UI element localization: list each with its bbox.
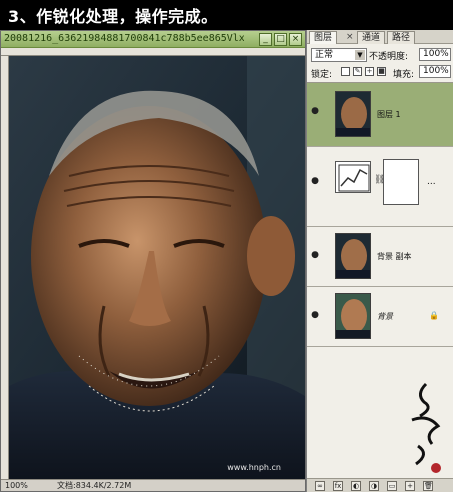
opacity-field[interactable]: 100% xyxy=(419,48,451,61)
add-mask-icon[interactable]: ◐ xyxy=(351,481,361,491)
eye-icon[interactable]: ● xyxy=(309,309,321,321)
layer-thumbnail xyxy=(335,91,371,137)
blend-row: 正常 ▼ 不透明度: 100% xyxy=(307,46,453,64)
document-titlebar[interactable]: 20081216_63621984881700841c788b5ee865Vlx… xyxy=(1,31,305,48)
layer-row-adjustment[interactable]: ● ⛓ ... xyxy=(307,147,453,227)
close-button[interactable]: × xyxy=(289,33,302,46)
lock-brush-icon[interactable]: ✎ xyxy=(353,67,362,76)
adjustment-thumbnail xyxy=(335,161,371,193)
caption-text: 3、作锐化处理，操作完成。 xyxy=(8,7,218,26)
layer-thumbnail xyxy=(335,293,371,339)
blend-mode-value: 正常 xyxy=(315,50,334,60)
eye-icon[interactable]: ● xyxy=(309,249,321,261)
delete-layer-icon[interactable]: 🗑 xyxy=(423,481,433,491)
layer-row-background[interactable]: ● 背景 🔒 xyxy=(307,287,453,347)
lock-move-icon[interactable]: + xyxy=(365,67,374,76)
layer-name: 背景 副本 xyxy=(377,252,412,261)
document-window: 20081216_63621984881700841c788b5ee865Vlx… xyxy=(0,30,306,492)
maximize-button[interactable]: □ xyxy=(274,33,287,46)
opacity-label: 不透明度: xyxy=(369,52,409,62)
zoom-level[interactable]: 100% xyxy=(5,480,28,491)
layer-style-icon[interactable]: fx xyxy=(333,481,343,491)
panel-tabs: 图层 × 通道 路径 xyxy=(307,30,453,44)
horizontal-ruler xyxy=(1,48,305,56)
close-icon[interactable]: × xyxy=(346,31,355,43)
document-title: 20081216_63621984881700841c788b5ee865Vlx… xyxy=(4,33,244,44)
layer-ellipsis: ... xyxy=(427,177,436,187)
lock-label: 锁定: xyxy=(311,70,333,80)
fill-field[interactable]: 100% xyxy=(419,65,451,78)
layer-row-layer1[interactable]: ● 图层 1 xyxy=(307,83,453,147)
dropdown-arrow-icon: ▼ xyxy=(355,50,365,60)
lock-all-icon[interactable]: ■ xyxy=(377,67,386,76)
document-canvas[interactable]: www.hnph.cn xyxy=(9,56,305,480)
document-size[interactable]: 文档:834.4K/2.72M xyxy=(57,480,131,491)
fill-label: 填充: xyxy=(393,70,415,80)
document-status-bar: 100% 文档:834.4K/2.72M xyxy=(1,479,305,491)
tab-channels[interactable]: 通道 xyxy=(357,31,386,44)
layer-name: 背景 xyxy=(377,312,393,321)
caption-bar: 3、作锐化处理，操作完成。 xyxy=(0,0,453,30)
layer-name: 图层 1 xyxy=(377,110,401,119)
lock-row: 锁定: ✎ + ■ 填充: 100% xyxy=(307,64,453,80)
tab-layers[interactable]: 图层 xyxy=(309,31,338,44)
eye-icon[interactable]: ● xyxy=(309,105,321,117)
calligraphy-signature xyxy=(411,382,441,473)
link-layers-icon[interactable]: ∞ xyxy=(315,481,325,491)
new-layer-icon[interactable]: + xyxy=(405,481,415,491)
blend-mode-select[interactable]: 正常 ▼ xyxy=(311,48,367,62)
panel-bottom-bar: ∞ fx ◐ ◑ ▭ + 🗑 xyxy=(307,478,453,492)
watermark-text: www.hnph.cn xyxy=(227,463,281,472)
portrait-image xyxy=(9,56,305,480)
lock-icon: 🔒 xyxy=(429,311,439,320)
minimize-button[interactable]: _ xyxy=(259,33,272,46)
adjustment-layer-icon[interactable]: ◑ xyxy=(369,481,379,491)
tab-paths[interactable]: 路径 xyxy=(387,31,416,44)
mask-thumbnail xyxy=(383,159,419,205)
lock-transparent-icon[interactable] xyxy=(341,67,350,76)
new-group-icon[interactable]: ▭ xyxy=(387,481,397,491)
eye-icon[interactable]: ● xyxy=(309,175,321,187)
layer-row-background-copy[interactable]: ● 背景 副本 xyxy=(307,227,453,287)
layer-thumbnail xyxy=(335,233,371,279)
vertical-ruler xyxy=(1,56,9,480)
